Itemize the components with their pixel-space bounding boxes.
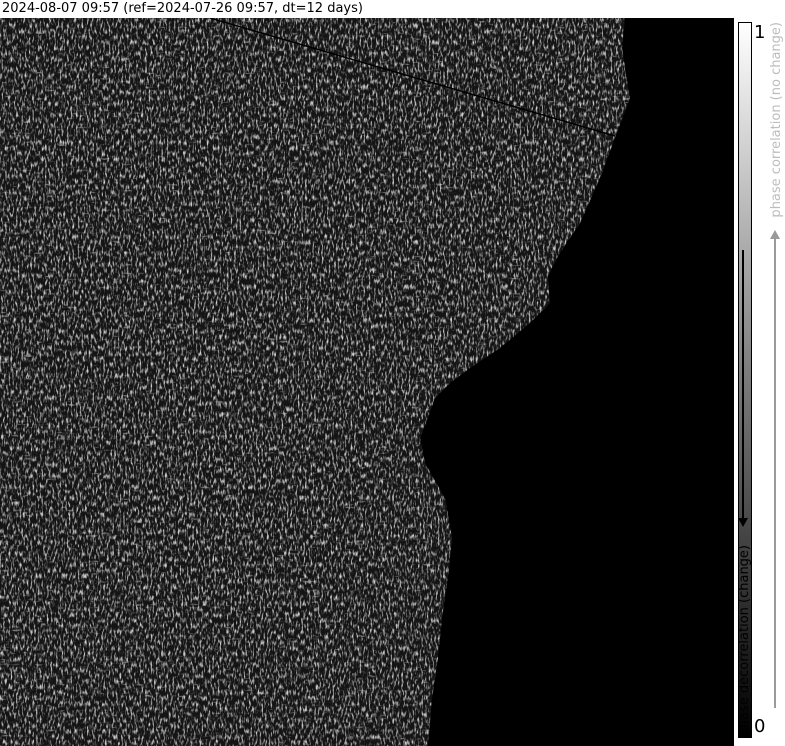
figure: 2024-08-07 09:57 (ref=2024-07-26 09:57, … (0, 0, 785, 746)
figure-title: 2024-08-07 09:57 (ref=2024-07-26 09:57, … (2, 1, 363, 16)
arrow-down-icon (742, 250, 744, 520)
coherence-map-svg (0, 18, 734, 746)
colorbar-max-label: 1 (754, 22, 766, 43)
arrow-up-icon (774, 238, 776, 708)
colorbar-low-label: phase decorrelation (change) (737, 544, 752, 736)
arrow-head-down-icon (738, 518, 748, 527)
colorbar-min-label: 0 (754, 716, 766, 737)
colorbar-high-label: phase correlation (no change) (769, 22, 784, 218)
arrow-head-up-icon (770, 230, 780, 239)
coherence-map-image (0, 18, 734, 746)
colorbar: 1 0 phase decorrelation (change) phase c… (734, 18, 785, 746)
